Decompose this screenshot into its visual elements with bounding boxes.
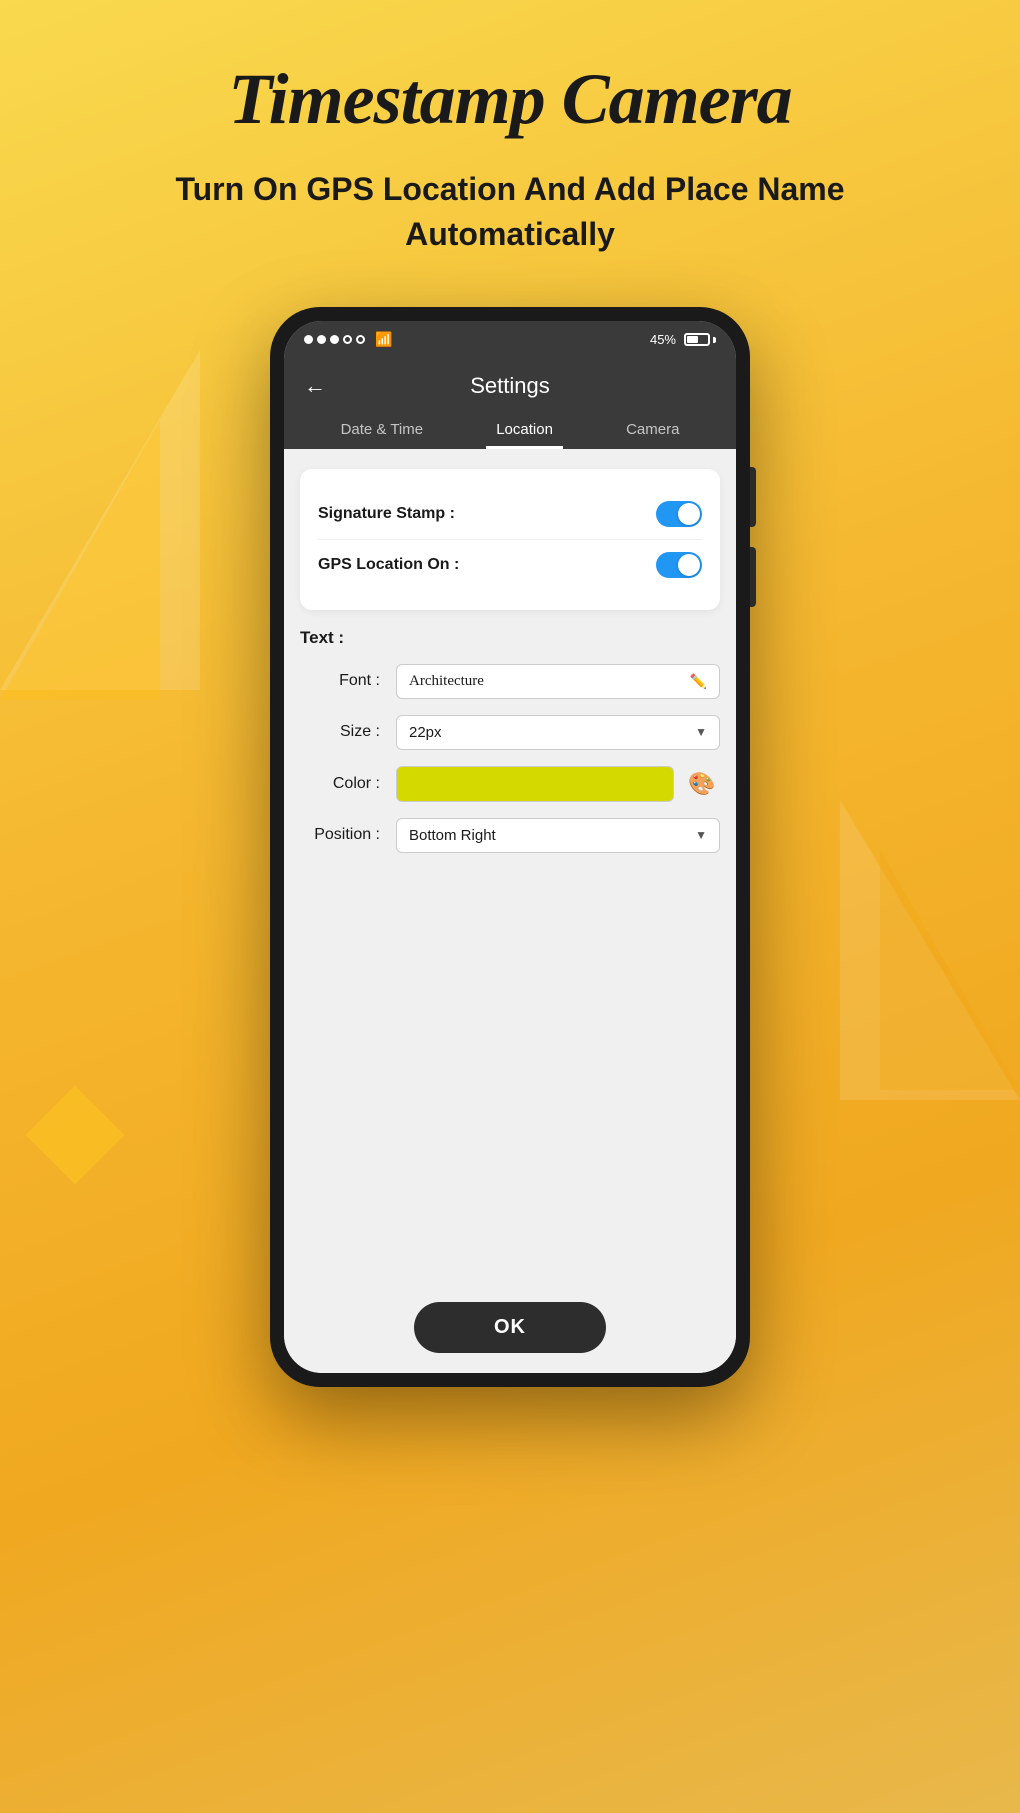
signature-stamp-toggle[interactable]	[656, 501, 702, 527]
ok-section: OK	[284, 1286, 736, 1373]
status-right: 45%	[650, 332, 716, 347]
battery-icon	[684, 333, 716, 346]
tab-date-time[interactable]: Date & Time	[331, 413, 434, 449]
header-title: Settings	[470, 373, 550, 399]
color-row: Color : 🎨	[300, 766, 720, 802]
signal-dots	[304, 335, 365, 344]
phone-frame: 📶 45% ← Settings	[270, 307, 750, 1387]
signal-dot-5	[356, 335, 365, 344]
size-label: Size :	[300, 723, 380, 741]
font-label: Font :	[300, 672, 380, 690]
tab-camera[interactable]: Camera	[616, 413, 689, 449]
color-row-controls: 🎨	[396, 766, 720, 802]
color-swatch[interactable]	[396, 766, 674, 802]
page-title: Timestamp Camera	[0, 0, 1020, 139]
font-value: Architecture	[409, 673, 484, 690]
signal-dot-2	[317, 335, 326, 344]
battery-body	[684, 333, 710, 346]
signature-stamp-row: Signature Stamp :	[318, 489, 702, 540]
text-section-label: Text :	[300, 628, 720, 648]
battery-percent: 45%	[650, 332, 676, 347]
status-bar: 📶 45%	[284, 321, 736, 359]
size-dropdown[interactable]: 22px ▼	[396, 715, 720, 750]
size-dropdown-arrow: ▼	[695, 725, 707, 739]
edit-icon: ✏️	[690, 673, 707, 690]
signature-stamp-knob	[678, 503, 700, 525]
color-label: Color :	[300, 775, 380, 793]
app-header: ← Settings Date & Time Location Camera	[284, 359, 736, 449]
page-subtitle: Turn On GPS Location And Add Place Name …	[0, 167, 1020, 257]
text-section: Text : Font : Architecture ✏️ S	[300, 628, 720, 853]
signal-dot-1	[304, 335, 313, 344]
color-control: 🎨	[396, 766, 720, 802]
phone-screen: 📶 45% ← Settings	[284, 321, 736, 1373]
gps-location-knob	[678, 554, 700, 576]
signal-dot-4	[343, 335, 352, 344]
tabs-container: Date & Time Location Camera	[304, 413, 716, 449]
content-area: Signature Stamp : GPS Location On :	[284, 449, 736, 1286]
signature-stamp-label: Signature Stamp :	[318, 505, 455, 523]
wifi-icon: 📶	[375, 331, 392, 348]
side-button-1	[750, 467, 756, 527]
position-dropdown-arrow: ▼	[695, 828, 707, 842]
status-left: 📶	[304, 331, 392, 348]
position-value: Bottom Right	[409, 827, 496, 844]
battery-fill	[687, 336, 698, 343]
palette-button[interactable]: 🎨	[684, 766, 720, 802]
font-selector[interactable]: Architecture ✏️	[396, 664, 720, 699]
gps-location-row: GPS Location On :	[318, 540, 702, 590]
position-label: Position :	[300, 826, 380, 844]
back-button[interactable]: ←	[304, 373, 326, 399]
ok-button[interactable]: OK	[414, 1302, 606, 1353]
gps-location-toggle[interactable]	[656, 552, 702, 578]
size-control: 22px ▼	[396, 715, 720, 750]
signal-dot-3	[330, 335, 339, 344]
gps-location-label: GPS Location On :	[318, 556, 459, 574]
battery-tip	[713, 337, 716, 343]
position-dropdown[interactable]: Bottom Right ▼	[396, 818, 720, 853]
header-top: ← Settings	[304, 373, 716, 399]
tab-location[interactable]: Location	[486, 413, 563, 449]
size-row: Size : 22px ▼	[300, 715, 720, 750]
position-control: Bottom Right ▼	[396, 818, 720, 853]
position-row: Position : Bottom Right ▼	[300, 818, 720, 853]
side-button-2	[750, 547, 756, 607]
settings-card: Signature Stamp : GPS Location On :	[300, 469, 720, 610]
font-control: Architecture ✏️	[396, 664, 720, 699]
font-row: Font : Architecture ✏️	[300, 664, 720, 699]
size-value: 22px	[409, 724, 442, 741]
